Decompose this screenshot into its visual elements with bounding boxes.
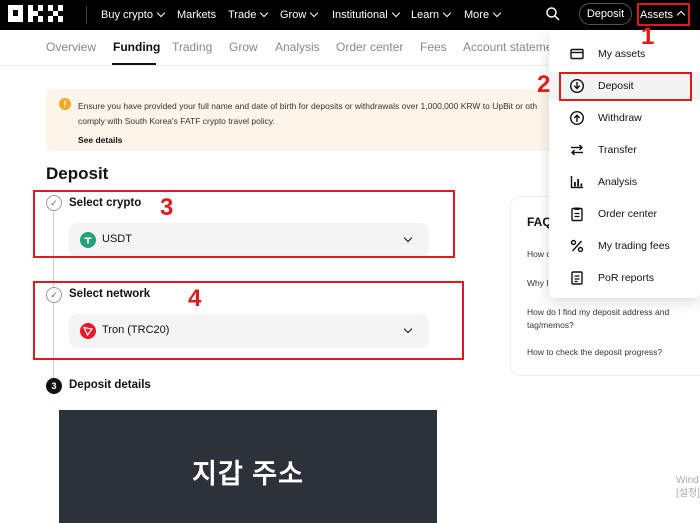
travel-rule-notice: ! Ensure you have provided your full nam… <box>46 89 556 151</box>
annotation-box-deposit <box>559 72 692 101</box>
nav-label: Trade <box>228 9 257 21</box>
watermark-line-1: Wind <box>676 475 699 486</box>
chevron-down-icon <box>442 8 452 18</box>
order-center-icon <box>569 206 585 222</box>
step-3-number: 3 <box>46 378 62 394</box>
nav-markets[interactable]: Markets <box>177 0 216 30</box>
menu-item-label: Order center <box>598 208 657 220</box>
windows-activation-watermark: Wind [설정] <box>676 474 700 500</box>
menu-item-label: Analysis <box>598 176 638 188</box>
nav-more[interactable]: More <box>464 0 502 30</box>
watermark-line-2: [설정] <box>676 488 700 499</box>
nav-label: Buy crypto <box>101 9 153 21</box>
chevron-down-icon <box>260 8 269 18</box>
menu-item-order-center[interactable]: Order center <box>549 200 700 228</box>
nav-learn[interactable]: Learn <box>411 0 452 30</box>
wallet-address-panel: 지갑 주소 <box>59 410 437 523</box>
withdraw-icon <box>569 110 585 126</box>
tab-fees[interactable]: Fees <box>420 40 447 54</box>
menu-item-label: PoR reports <box>598 272 655 284</box>
wallet-address-caption: 지갑 주소 <box>192 459 304 489</box>
chevron-down-icon <box>391 8 400 18</box>
chevron-down-icon <box>310 8 319 18</box>
deposit-button[interactable]: Deposit <box>579 3 632 25</box>
menu-item-label: Transfer <box>598 144 637 156</box>
tab-grow[interactable]: Grow <box>229 40 258 54</box>
menu-item-my-assets[interactable]: My assets <box>549 40 700 68</box>
tab-funding[interactable]: Funding <box>113 40 160 54</box>
menu-item-label: Withdraw <box>598 112 642 124</box>
assets-dropdown-menu: My assets Deposit Withdraw Transfer Anal… <box>549 30 700 298</box>
menu-item-label: My assets <box>598 48 646 60</box>
nav-label: More <box>464 9 490 21</box>
top-navigation-bar: Buy crypto Markets Trade Grow Institutio… <box>0 0 700 30</box>
menu-item-transfer[interactable]: Transfer <box>549 136 700 164</box>
nav-grow[interactable]: Grow <box>280 0 319 30</box>
tab-trading[interactable]: Trading <box>172 40 212 54</box>
percent-icon <box>569 238 585 254</box>
menu-item-por-reports[interactable]: PoR reports <box>549 264 700 292</box>
tab-order-center[interactable]: Order center <box>336 40 403 54</box>
notice-text: Ensure you have provided your full name … <box>78 99 548 129</box>
nav-institutional[interactable]: Institutional <box>332 0 400 30</box>
see-details-link[interactable]: See details <box>78 135 122 145</box>
wallet-icon <box>569 46 585 62</box>
annotation-number-2: 2 <box>537 71 551 98</box>
menu-item-my-trading-fees[interactable]: My trading fees <box>549 232 700 260</box>
warning-icon: ! <box>59 98 71 110</box>
faq-item[interactable]: How do I find my deposit address and tag… <box>527 306 687 332</box>
analysis-icon <box>569 174 585 190</box>
transfer-icon <box>569 142 585 158</box>
nav-label: Markets <box>177 9 217 21</box>
tab-analysis[interactable]: Analysis <box>275 40 320 54</box>
nav-label: Grow <box>280 9 307 21</box>
chevron-down-icon <box>492 8 502 18</box>
menu-item-analysis[interactable]: Analysis <box>549 168 700 196</box>
annotation-number-1: 1 <box>641 23 655 50</box>
nav-label: Learn <box>411 9 440 21</box>
annotation-number-4: 4 <box>188 285 202 312</box>
nav-label: Institutional <box>332 9 388 21</box>
report-icon <box>569 270 585 286</box>
menu-item-label: My trading fees <box>598 240 670 252</box>
step-3-label: Deposit details <box>69 379 151 391</box>
annotation-box-select-network <box>33 281 464 360</box>
tab-account-statement[interactable]: Account stateme <box>463 40 552 54</box>
nav-divider <box>86 6 87 24</box>
nav-trade[interactable]: Trade <box>228 0 269 30</box>
notice-line-1: Ensure you have provided your full name … <box>78 101 538 111</box>
okx-logo[interactable] <box>8 5 68 22</box>
chevron-down-icon <box>156 8 166 18</box>
faq-title: FAQ <box>527 215 552 229</box>
faq-item[interactable]: How to check the deposit progress? <box>527 346 687 359</box>
annotation-number-3: 3 <box>160 194 174 221</box>
annotation-box-select-crypto <box>33 190 455 258</box>
search-icon[interactable] <box>545 6 561 22</box>
tab-overview[interactable]: Overview <box>46 40 96 54</box>
active-tab-indicator <box>112 63 156 65</box>
notice-line-2: comply with South Korea's FATF crypto tr… <box>78 116 275 126</box>
menu-item-withdraw[interactable]: Withdraw <box>549 104 700 132</box>
page-title: Deposit <box>46 164 109 183</box>
nav-buy-crypto[interactable]: Buy crypto <box>101 0 166 30</box>
